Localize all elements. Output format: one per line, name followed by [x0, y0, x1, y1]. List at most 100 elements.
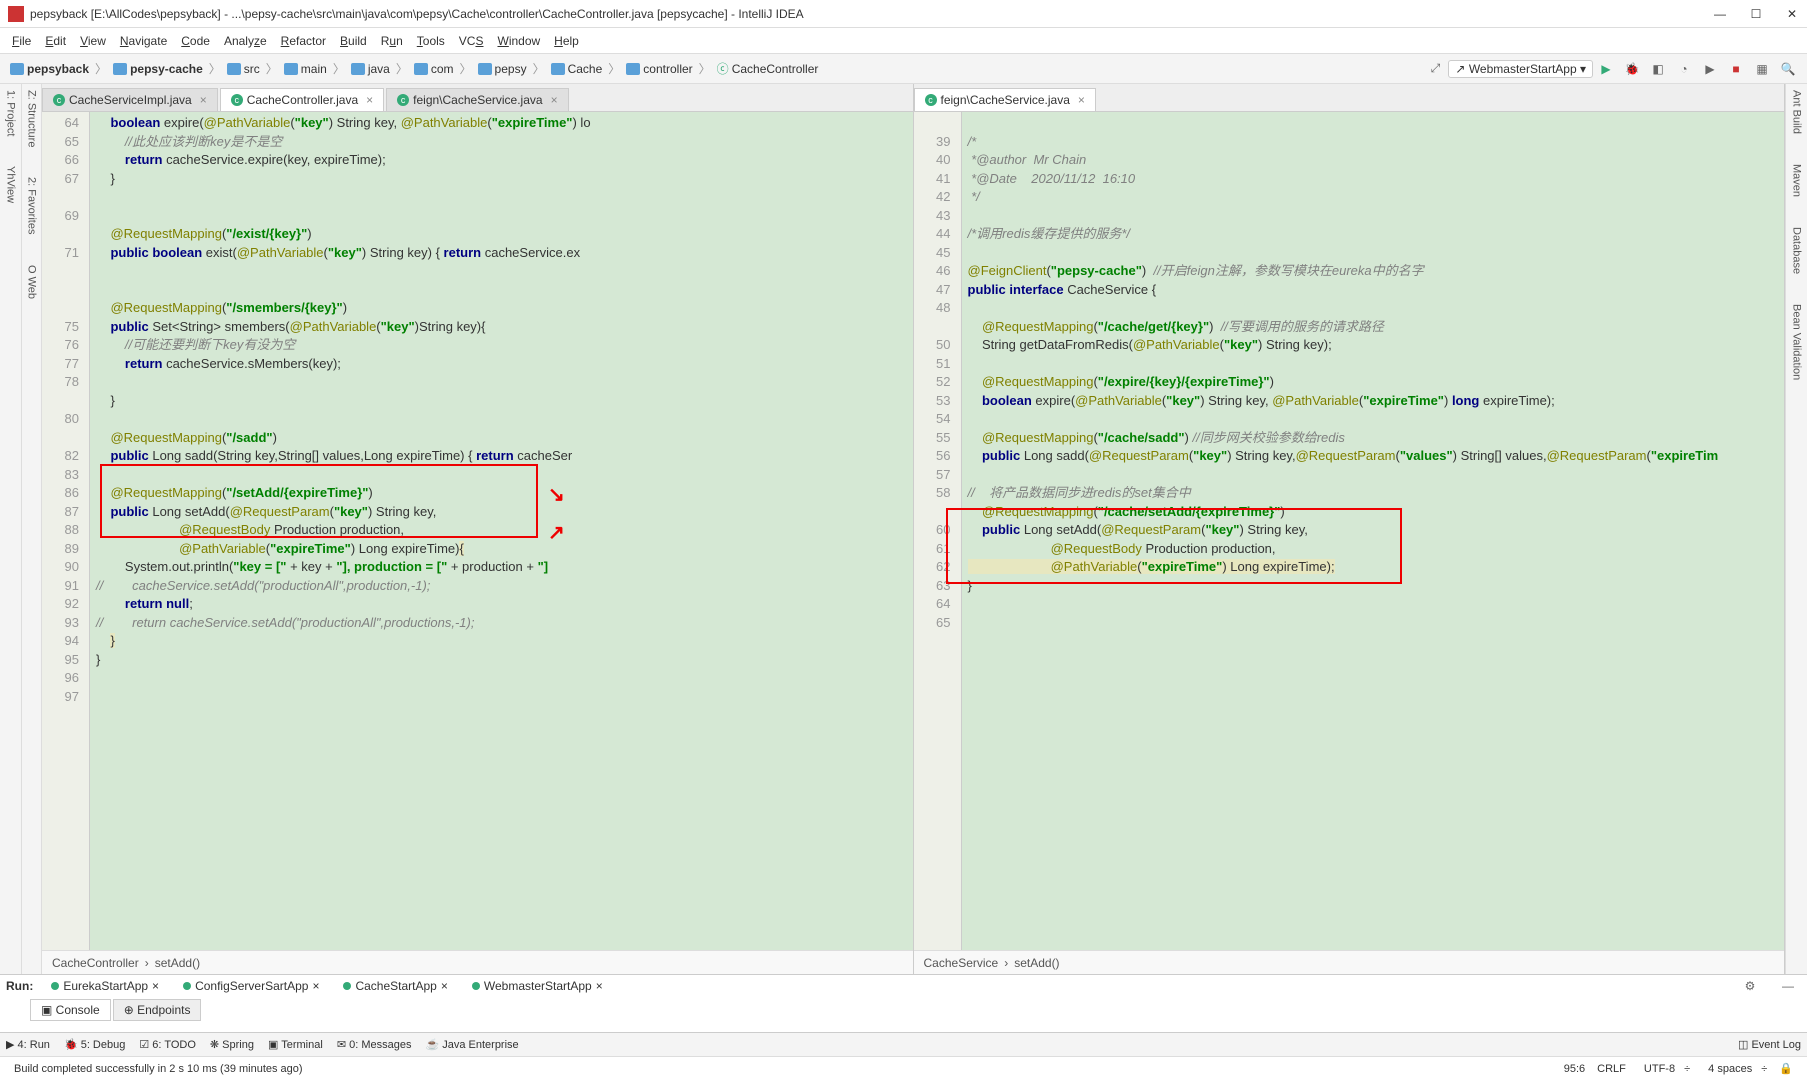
menu-code[interactable]: Code	[175, 32, 216, 50]
editor-right[interactable]: 39 40 41 42 43 44 45 46 47 48 50 51 52 5…	[914, 112, 1785, 950]
tool-debug[interactable]: 🐞 5: Debug	[64, 1038, 125, 1051]
menu-window[interactable]: Window	[491, 32, 546, 50]
tool-ant[interactable]: Ant Build	[1791, 90, 1803, 134]
arrow-icon: ↘	[548, 482, 565, 507]
menu-analyze[interactable]: Analyze	[218, 32, 273, 50]
crumb-class[interactable]: CacheController	[52, 956, 139, 970]
play2-icon[interactable]: ▶	[1701, 60, 1719, 78]
bottom-tool-bar: ▶ 4: Run 🐞 5: Debug ☑ 6: TODO ❋ Spring ▣…	[0, 1032, 1807, 1056]
status-lock-icon[interactable]: 🔒	[1779, 1062, 1793, 1075]
close-button[interactable]: ✕	[1785, 7, 1799, 21]
tool-yhview[interactable]: YhView	[5, 166, 17, 203]
crumb-class[interactable]: ⓒ CacheController	[713, 60, 823, 77]
structure-icon[interactable]: ▦	[1753, 60, 1771, 78]
tool-event-log[interactable]: ◫ Event Log	[1738, 1038, 1801, 1051]
minimize-button[interactable]: —	[1713, 7, 1727, 21]
tool-database[interactable]: Database	[1791, 227, 1803, 274]
editor-tabs-left: cCacheServiceImpl.java× cCacheController…	[42, 84, 913, 112]
tool-messages[interactable]: ✉ 0: Messages	[337, 1038, 412, 1051]
tab-cacheserviceimpl[interactable]: cCacheServiceImpl.java×	[42, 88, 218, 111]
crumb-module[interactable]: pepsy-cache	[109, 62, 207, 76]
stop-icon[interactable]: ■	[1727, 60, 1745, 78]
tool-todo[interactable]: ☑ 6: TODO	[139, 1038, 196, 1051]
title-bar: pepsyback [E:\AllCodes\pepsyback] - ...\…	[0, 0, 1807, 28]
tool-structure[interactable]: Z: Structure	[26, 90, 38, 147]
build-icon[interactable]: ⤢	[1426, 60, 1444, 78]
status-eol[interactable]: CRLF	[1597, 1063, 1626, 1075]
tool-spring[interactable]: ❋ Spring	[210, 1038, 254, 1051]
maximize-button[interactable]: ☐	[1749, 7, 1763, 21]
run-tab-config[interactable]: ConfigServerSartApp ×	[177, 977, 325, 995]
menu-navigate[interactable]: Navigate	[114, 32, 173, 50]
editor-left[interactable]: 64 65 66 67 69 71 75 76 77 78 80 82 83 8…	[42, 112, 913, 950]
menu-tools[interactable]: Tools	[411, 32, 451, 50]
crumb-cache[interactable]: Cache	[547, 62, 607, 76]
editor-pane-left: cCacheServiceImpl.java× cCacheController…	[42, 84, 914, 974]
crumb-main[interactable]: main	[280, 62, 331, 76]
subtab-endpoints[interactable]: ⊕ Endpoints	[113, 999, 202, 1021]
crumb-method[interactable]: setAdd()	[1014, 956, 1059, 970]
tool-run[interactable]: ▶ 4: Run	[6, 1038, 50, 1051]
status-bar: Build completed successfully in 2 s 10 m…	[0, 1056, 1807, 1080]
tool-bean-validation[interactable]: Bean Validation	[1791, 304, 1803, 380]
tool-java-enterprise[interactable]: ☕ Java Enterprise	[425, 1038, 518, 1051]
arrow-icon: ↗	[548, 520, 565, 545]
run-config-selector[interactable]: ↗ WebmasterStartApp ▾	[1448, 60, 1593, 78]
menu-vcs[interactable]: VCS	[453, 32, 490, 50]
close-icon[interactable]: ×	[1078, 93, 1085, 107]
right-tool-stripe: Ant Build Maven Database Bean Validation	[1785, 84, 1807, 974]
menu-view[interactable]: View	[74, 32, 112, 50]
status-encoding[interactable]: UTF-8 ÷	[1638, 1063, 1690, 1075]
crumb-com[interactable]: com	[410, 62, 458, 76]
editor-crumb-left: CacheController › setAdd()	[42, 950, 913, 974]
debug-icon[interactable]: 🐞	[1623, 60, 1641, 78]
menu-file[interactable]: File	[6, 32, 37, 50]
status-position[interactable]: 95:6	[1564, 1063, 1585, 1075]
tool-favorites[interactable]: 2: Favorites	[26, 177, 38, 234]
run-tab-webmaster[interactable]: WebmasterStartApp ×	[466, 977, 609, 995]
menu-build[interactable]: Build	[334, 32, 373, 50]
crumb-pepsy[interactable]: pepsy	[474, 62, 531, 76]
tab-feign-cacheservice[interactable]: cfeign\CacheService.java×	[386, 88, 568, 111]
menu-refactor[interactable]: Refactor	[275, 32, 332, 50]
crumb-class[interactable]: CacheService	[924, 956, 999, 970]
minimize-icon[interactable]: —	[1779, 977, 1797, 995]
close-icon[interactable]: ×	[551, 93, 558, 107]
menu-bar: File Edit View Navigate Code Analyze Ref…	[0, 28, 1807, 54]
subtab-console[interactable]: ▣ Console	[30, 999, 111, 1021]
crumb-controller[interactable]: controller	[622, 62, 696, 76]
run-tool-window: Run: EurekaStartApp × ConfigServerSartAp…	[0, 974, 1807, 1032]
close-icon[interactable]: ×	[366, 93, 373, 107]
editor-tabs-right: cfeign\CacheService.java×	[914, 84, 1785, 112]
crumb-root[interactable]: pepsyback	[6, 62, 93, 76]
menu-help[interactable]: Help	[548, 32, 585, 50]
navigation-bar: pepsyback〉 pepsy-cache〉 src〉 main〉 java〉…	[0, 54, 1807, 84]
crumb-src[interactable]: src	[223, 62, 264, 76]
status-indent[interactable]: 4 spaces ÷	[1702, 1063, 1767, 1075]
close-icon[interactable]: ×	[200, 93, 207, 107]
source-right[interactable]: /* *@author Mr Chain *@Date 2020/11/12 1…	[962, 112, 1785, 950]
left-tool-stripe-2: Z: Structure 2: Favorites O Web	[22, 84, 42, 974]
menu-run[interactable]: Run	[375, 32, 409, 50]
tool-project[interactable]: 1: Project	[5, 90, 17, 136]
coverage-icon[interactable]: ◧	[1649, 60, 1667, 78]
profile-icon[interactable]: ◔	[1675, 60, 1693, 78]
gear-icon[interactable]: ⚙	[1741, 977, 1759, 995]
menu-edit[interactable]: Edit	[39, 32, 72, 50]
editor-crumb-right: CacheService › setAdd()	[914, 950, 1785, 974]
tab-feign-cacheservice-r[interactable]: cfeign\CacheService.java×	[914, 88, 1096, 111]
tool-maven[interactable]: Maven	[1791, 164, 1803, 197]
editor-pane-right: cfeign\CacheService.java× 39 40 41 42 43…	[914, 84, 1786, 974]
run-tab-eureka[interactable]: EurekaStartApp ×	[45, 977, 165, 995]
tab-cachecontroller[interactable]: cCacheController.java×	[220, 88, 384, 111]
run-tab-cache[interactable]: CacheStartApp ×	[337, 977, 453, 995]
run-icon[interactable]: ▶	[1597, 60, 1615, 78]
tool-web[interactable]: O Web	[26, 265, 38, 299]
search-icon[interactable]: 🔍	[1779, 60, 1797, 78]
tool-terminal[interactable]: ▣ Terminal	[268, 1038, 323, 1051]
status-message: Build completed successfully in 2 s 10 m…	[14, 1063, 303, 1075]
source-left[interactable]: boolean expire(@PathVariable("key") Stri…	[90, 112, 913, 950]
crumb-java[interactable]: java	[347, 62, 394, 76]
crumb-method[interactable]: setAdd()	[155, 956, 200, 970]
window-title: pepsyback [E:\AllCodes\pepsyback] - ...\…	[30, 7, 1713, 21]
